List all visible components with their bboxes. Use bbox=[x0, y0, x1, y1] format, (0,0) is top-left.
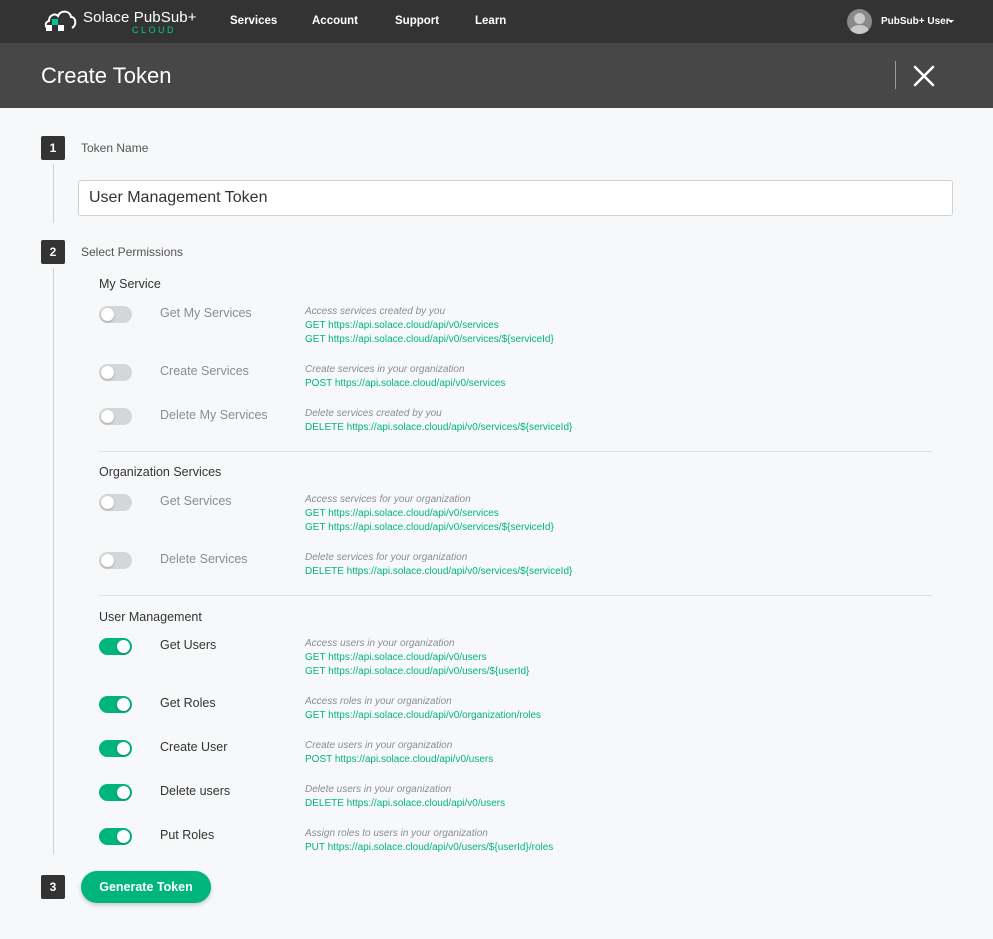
perm-endpoint: POST https://api.solace.cloud/api/v0/use… bbox=[305, 754, 494, 765]
step-2-connector bbox=[53, 268, 54, 854]
nav-account[interactable]: Account bbox=[312, 15, 358, 27]
perm-endpoint: POST https://api.solace.cloud/api/v0/ser… bbox=[305, 378, 506, 389]
token-name-input[interactable] bbox=[78, 180, 953, 216]
user-name: PubSub+ User bbox=[881, 16, 950, 27]
perm-endpoint: DELETE https://api.solace.cloud/api/v0/s… bbox=[305, 566, 573, 577]
user-avatar-icon bbox=[847, 9, 872, 34]
step-3-number: 3 bbox=[41, 875, 65, 899]
toggle-delete-my-services[interactable] bbox=[99, 408, 132, 425]
solace-cloud-logo-icon bbox=[44, 10, 77, 31]
toggle-get-roles[interactable] bbox=[99, 696, 132, 713]
toggle-create-services[interactable] bbox=[99, 364, 132, 381]
step-1-connector bbox=[53, 164, 54, 223]
page-title: Create Token bbox=[41, 63, 172, 88]
perm-name: Create Services bbox=[160, 364, 249, 378]
perm-name: Delete Services bbox=[160, 552, 248, 566]
perm-endpoint: GET https://api.solace.cloud/api/v0/serv… bbox=[305, 508, 499, 519]
toggle-delete-services[interactable] bbox=[99, 552, 132, 569]
perm-description: Access services created by you bbox=[305, 306, 446, 317]
toggle-delete-users[interactable] bbox=[99, 784, 132, 801]
close-icon[interactable] bbox=[912, 65, 936, 87]
perm-endpoint: GET https://api.solace.cloud/api/v0/orga… bbox=[305, 710, 542, 721]
perm-name: Get My Services bbox=[160, 306, 252, 320]
perm-name: Get Services bbox=[160, 494, 232, 508]
toggle-get-users[interactable] bbox=[99, 638, 132, 655]
perm-endpoint: GET https://api.solace.cloud/api/v0/user… bbox=[305, 652, 487, 663]
brand-name: Solace PubSub+ bbox=[83, 9, 197, 26]
perm-description: Delete services for your organization bbox=[305, 552, 468, 563]
generate-token-button[interactable]: Generate Token bbox=[81, 871, 211, 903]
toggle-get-services[interactable] bbox=[99, 494, 132, 511]
perm-name: Put Roles bbox=[160, 828, 215, 842]
toggle-get-my-services[interactable] bbox=[99, 306, 132, 323]
brand-subtitle: CLOUD bbox=[132, 25, 177, 35]
perm-description: Delete users in your organization bbox=[305, 784, 452, 795]
top-navbar: Solace PubSub+ CLOUD Services Account Su… bbox=[0, 0, 993, 43]
perm-endpoint: GET https://api.solace.cloud/api/v0/serv… bbox=[305, 320, 499, 331]
perm-endpoint: GET https://api.solace.cloud/api/v0/serv… bbox=[305, 522, 554, 533]
section-org-services-title: Organization Services bbox=[99, 465, 222, 479]
step-1-number: 1 bbox=[41, 136, 65, 160]
section-divider bbox=[99, 451, 932, 452]
page-header: Create Token bbox=[0, 43, 993, 108]
step-1-label: Token Name bbox=[81, 141, 149, 155]
perm-description: Access users in your organization bbox=[305, 638, 455, 649]
section-divider bbox=[99, 595, 932, 596]
perm-description: Access services for your organization bbox=[305, 494, 471, 505]
brand-logo[interactable]: Solace PubSub+ CLOUD bbox=[43, 6, 203, 36]
perm-name: Delete My Services bbox=[160, 408, 268, 422]
perm-endpoint: GET https://api.solace.cloud/api/v0/serv… bbox=[305, 334, 554, 345]
nav-services[interactable]: Services bbox=[230, 15, 277, 27]
perm-name: Get Users bbox=[160, 638, 217, 652]
perm-endpoint: PUT https://api.solace.cloud/api/v0/user… bbox=[305, 842, 554, 853]
perm-description: Create services in your organization bbox=[305, 364, 465, 375]
perm-endpoint: GET https://api.solace.cloud/api/v0/user… bbox=[305, 666, 530, 677]
perm-description: Assign roles to users in your organizati… bbox=[305, 828, 488, 839]
section-my-service-title: My Service bbox=[99, 277, 161, 291]
toggle-put-roles[interactable] bbox=[99, 828, 132, 845]
perm-name: Create User bbox=[160, 740, 228, 754]
perm-endpoint: DELETE https://api.solace.cloud/api/v0/s… bbox=[305, 422, 573, 433]
perm-endpoint: DELETE https://api.solace.cloud/api/v0/u… bbox=[305, 798, 506, 809]
perm-name: Get Roles bbox=[160, 696, 216, 710]
perm-description: Create users in your organization bbox=[305, 740, 453, 751]
caret-down-icon bbox=[948, 20, 954, 23]
perm-description: Access roles in your organization bbox=[305, 696, 452, 707]
perm-description: Delete services created by you bbox=[305, 408, 442, 419]
step-2-number: 2 bbox=[41, 240, 65, 264]
toggle-create-user[interactable] bbox=[99, 740, 132, 757]
step-2-label: Select Permissions bbox=[81, 245, 184, 259]
perm-name: Delete users bbox=[160, 784, 231, 798]
section-user-management-title: User Management bbox=[99, 610, 202, 624]
nav-support[interactable]: Support bbox=[395, 15, 439, 27]
nav-learn[interactable]: Learn bbox=[475, 15, 506, 27]
header-divider bbox=[895, 61, 896, 89]
